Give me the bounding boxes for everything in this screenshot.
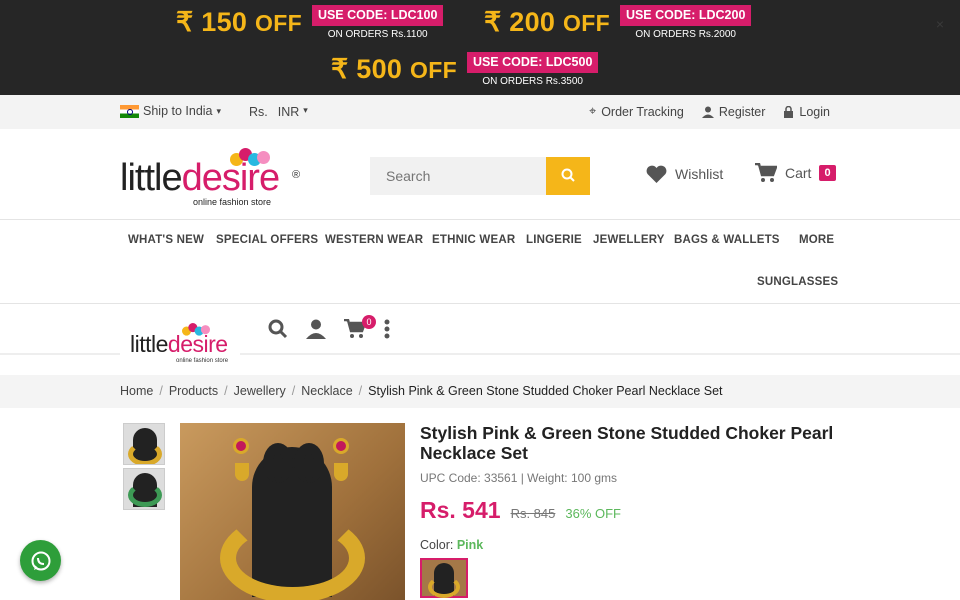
sticky-cart-badge: 0: [362, 315, 376, 329]
cart-link[interactable]: Cart 0: [755, 163, 836, 183]
offer-code: USE CODE: LDC200: [619, 5, 752, 26]
offer-200: ₹ 200 OFF USE CODE: LDC200 ON ORDERS Rs.2…: [484, 5, 752, 40]
logo[interactable]: littledesire online fashion store ®: [120, 145, 305, 207]
offer-amount: ₹ 150: [176, 7, 248, 37]
sticky-logo-wordmark: littledesire: [130, 331, 228, 358]
nav-item-bags-wallets[interactable]: BAGS & WALLETS: [674, 234, 780, 246]
necklace: [220, 513, 365, 600]
nav-item-western-wear[interactable]: WESTERN WEAR: [325, 234, 423, 246]
more-vertical-icon[interactable]: [384, 319, 390, 339]
nav-item-sunglasses[interactable]: SUNGLASSES: [757, 276, 838, 288]
product-details: Stylish Pink & Green Stone Studded Choke…: [420, 423, 840, 598]
product-mrp: Rs. 845: [510, 506, 556, 521]
offer-150: ₹ 150 OFF USE CODE: LDC100 ON ORDERS Rs.1…: [176, 5, 444, 40]
logo-wordmark: littledesire: [120, 157, 280, 200]
search-icon: [561, 168, 575, 182]
ship-to-selector[interactable]: Ship to India ▾: [120, 104, 221, 118]
offer-min: ON ORDERS Rs.1100: [327, 29, 428, 40]
product-main-image[interactable]: [180, 423, 405, 600]
logo-word-desire: desire: [181, 157, 280, 199]
chevron-down-icon: ▾: [216, 105, 222, 116]
currency-code: INR: [277, 105, 300, 119]
whatsapp-button[interactable]: [20, 540, 61, 581]
india-flag-icon: [120, 104, 139, 118]
breadcrumb-separator: /: [159, 384, 163, 398]
wishlist-link[interactable]: Wishlist: [646, 165, 723, 183]
breadcrumb-products[interactable]: Products: [169, 384, 218, 398]
offer-off: OFF: [563, 10, 610, 36]
main-nav: WHAT'S NEW SPECIAL OFFERS WESTERN WEAR E…: [0, 220, 960, 304]
breadcrumb-home[interactable]: Home: [120, 384, 153, 398]
offer-off: OFF: [255, 10, 302, 36]
site-header: littledesire online fashion store ® Wish…: [0, 129, 960, 220]
user-icon[interactable]: [306, 319, 326, 339]
offer-min: ON ORDERS Rs.2000: [635, 29, 736, 40]
offer-amount: ₹ 500: [331, 54, 403, 84]
nav-item-lingerie[interactable]: LINGERIE: [526, 234, 582, 246]
offer-500: ₹ 500 OFF USE CODE: LDC500 ON ORDERS Rs.3…: [331, 52, 599, 87]
color-label: Color:: [420, 538, 454, 552]
top-bar: Ship to India ▾ Rs. INR ▾ ⌖ Order Trackin…: [0, 95, 960, 129]
sticky-header: littledesire online fashion store 0: [0, 305, 960, 367]
product-thumbnail-2[interactable]: [123, 468, 165, 510]
product-title: Stylish Pink & Green Stone Studded Choke…: [420, 423, 834, 463]
register-link[interactable]: Register: [701, 104, 766, 119]
search-icon[interactable]: [268, 319, 288, 339]
breadcrumb-jewellery[interactable]: Jewellery: [234, 384, 286, 398]
breadcrumb-current: Stylish Pink & Green Stone Studded Choke…: [368, 384, 723, 398]
order-tracking-label: Order Tracking: [601, 104, 684, 119]
product-thumbnail-1[interactable]: [123, 423, 165, 465]
search-bar: [370, 157, 590, 195]
breadcrumb-necklace[interactable]: Necklace: [301, 384, 352, 398]
nav-item-ethnic-wear[interactable]: ETHNIC WEAR: [432, 234, 515, 246]
logo-tagline: online fashion store: [193, 197, 272, 207]
cart-icon: [755, 163, 777, 182]
breadcrumb-separator: /: [224, 384, 228, 398]
close-icon[interactable]: ×: [936, 16, 944, 32]
logo-word-desire: desire: [167, 331, 228, 357]
crosshair-icon: ⌖: [589, 104, 597, 118]
nav-item-special-offers[interactable]: SPECIAL OFFERS: [216, 234, 318, 246]
product-meta: UPC Code: 33561 | Weight: 100 gms: [420, 471, 618, 485]
registered-mark: ®: [292, 169, 301, 181]
wishlist-label: Wishlist: [675, 166, 724, 182]
logo-word-little: little: [130, 331, 168, 357]
product-discount: 36% OFF: [565, 506, 621, 521]
order-tracking-link[interactable]: ⌖ Order Tracking: [589, 104, 684, 119]
ship-to-label: Ship to India: [143, 104, 213, 118]
cart-label: Cart: [785, 165, 812, 181]
lock-icon: [784, 105, 794, 118]
breadcrumb: Home / Products / Jewellery / Necklace / Sty…: [0, 375, 960, 408]
whatsapp-icon: [31, 551, 50, 570]
login-label: Login: [799, 104, 830, 119]
nav-item-more[interactable]: MORE: [799, 234, 834, 246]
logo-tagline: online fashion store: [176, 358, 229, 364]
product-price: Rs. 541: [420, 497, 501, 523]
register-label: Register: [718, 104, 766, 119]
nav-item-whats-new[interactable]: WHAT'S NEW: [128, 234, 204, 246]
offer-code: USE CODE: LDC100: [311, 5, 444, 26]
offer-off: OFF: [410, 57, 457, 83]
currency-symbol: Rs.: [249, 105, 268, 119]
currency-selector[interactable]: Rs. INR ▾: [249, 105, 308, 119]
offer-amount: ₹ 200: [484, 7, 556, 37]
color-row: Color: Pink: [420, 538, 840, 552]
cart-count-badge: 0: [819, 165, 836, 181]
promo-banner: ₹ 150 OFF USE CODE: LDC100 ON ORDERS Rs.1…: [0, 0, 960, 95]
search-input[interactable]: [370, 157, 546, 195]
nav-item-jewellery[interactable]: JEWELLERY: [593, 234, 665, 246]
login-link[interactable]: Login: [783, 104, 830, 119]
breadcrumb-separator: /: [358, 384, 363, 398]
breadcrumb-separator: /: [291, 384, 296, 398]
color-swatch-pink[interactable]: [420, 558, 468, 598]
heart-icon: [646, 165, 667, 183]
offer-code: USE CODE: LDC500: [466, 52, 599, 73]
chevron-down-icon: ▾: [303, 105, 308, 115]
color-value: Pink: [456, 538, 484, 552]
user-icon: [701, 106, 714, 118]
logo-word-little: little: [120, 157, 183, 199]
sticky-logo[interactable]: littledesire online fashion store: [120, 319, 240, 367]
offer-min: ON ORDERS Rs.3500: [482, 76, 583, 87]
search-button[interactable]: [546, 157, 590, 195]
